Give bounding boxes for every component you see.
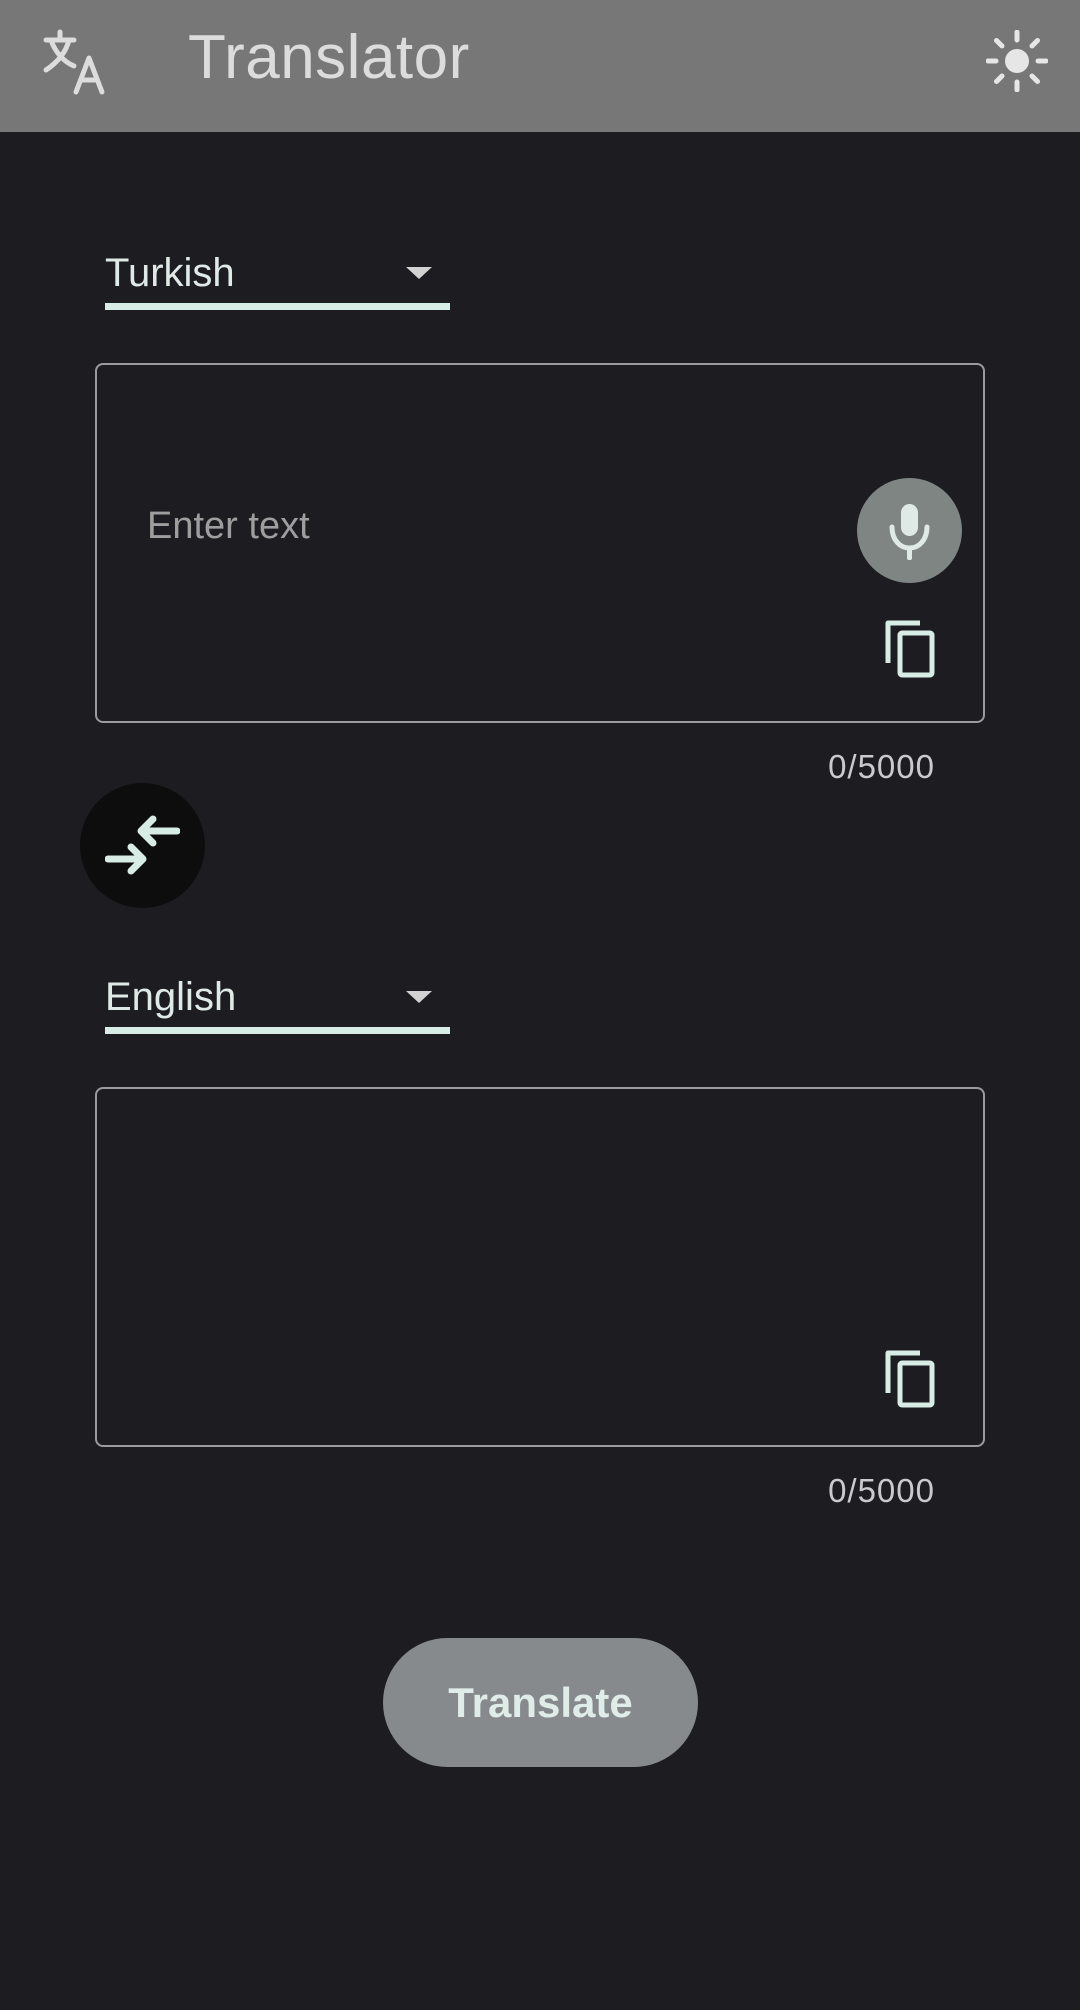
app-title: Translator <box>188 23 470 92</box>
copy-icon[interactable] <box>882 617 942 681</box>
app-bar: Translator <box>0 0 1080 132</box>
source-char-counter: 0/5000 <box>828 748 935 785</box>
microphone-button[interactable] <box>857 478 962 583</box>
swap-arrows-icon <box>105 815 180 875</box>
sun-icon[interactable] <box>986 30 1048 92</box>
copy-icon[interactable] <box>882 1347 942 1411</box>
translate-icon <box>43 29 105 95</box>
target-text-area[interactable] <box>95 1087 985 1447</box>
microphone-icon <box>889 504 930 560</box>
source-text-area[interactable]: Enter text <box>95 363 985 723</box>
dropdown-arrow-icon <box>406 267 432 279</box>
target-char-counter: 0/5000 <box>828 1472 935 1509</box>
source-language-select[interactable]: Turkish <box>105 243 450 310</box>
swap-languages-button[interactable] <box>80 783 205 908</box>
target-language-select[interactable]: English <box>105 967 450 1034</box>
target-language-label: English <box>105 975 237 1019</box>
translate-button[interactable]: Translate <box>383 1638 698 1767</box>
source-text-placeholder: Enter text <box>147 505 310 547</box>
dropdown-arrow-icon <box>406 991 432 1003</box>
source-language-label: Turkish <box>105 251 235 295</box>
